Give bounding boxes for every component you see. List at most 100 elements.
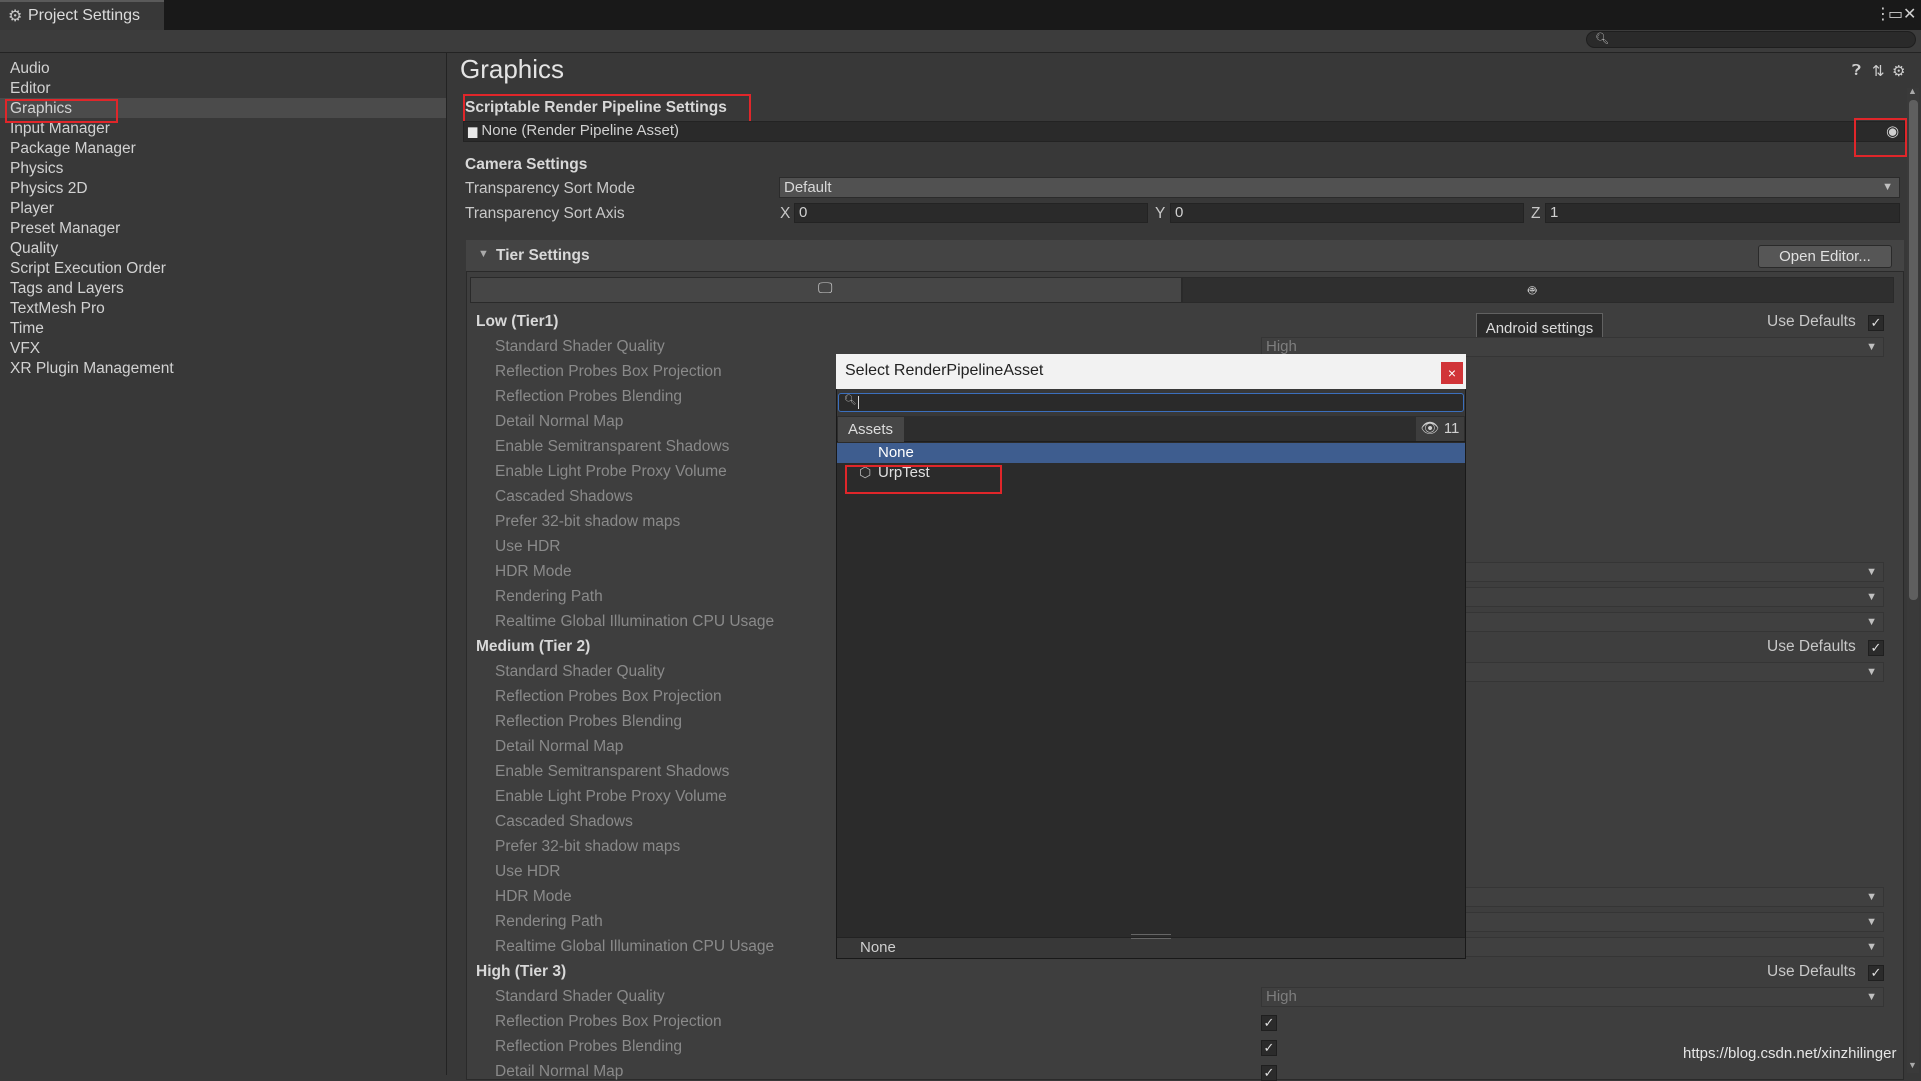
sidebar-item-package-manager[interactable]: Package Manager [10,139,136,159]
settings-gear-icon[interactable]: ⚙ [1892,62,1905,80]
scroll-up-icon[interactable]: ▲ [1908,86,1917,96]
sidebar-item-preset-manager[interactable]: Preset Manager [10,219,120,239]
use-defaults-checkbox[interactable]: ✓ [1868,315,1884,331]
axis-y-label: Y [1155,205,1166,222]
tier-setting-label: HDR Mode [495,563,572,580]
search-icon: 🔍︎ [844,395,857,406]
tier-setting-label: Detail Normal Map [495,738,624,755]
axis-x-input[interactable]: 0 [794,203,1148,223]
srp-asset-value: None (Render Pipeline Asset) [481,122,680,139]
preset-icon[interactable]: ⇅ [1872,62,1885,80]
asset-list [837,442,1465,937]
shader-quality-value: High [1266,338,1297,355]
tier-setting-label: Enable Light Probe Proxy Volume [495,788,727,805]
close-icon[interactable]: ✕ [1903,4,1916,24]
settings-search-input[interactable]: 🔍︎ [1586,31,1916,48]
tier-setting-label: Detail Normal Map [495,413,624,430]
open-editor-button[interactable]: Open Editor... [1758,245,1892,268]
eye-slash-icon: 👁︎ [1420,420,1440,437]
tier-setting-label: Realtime Global Illumination CPU Usage [495,938,775,955]
resize-handle[interactable] [1131,934,1171,939]
sidebar-item-physics-2d[interactable]: Physics 2D [10,179,88,199]
use-defaults-label: Use Defaults [1767,963,1856,980]
gear-icon: ⚙ [8,8,23,25]
window-tab[interactable]: ⚙ Project Settings [0,0,164,30]
chevron-down-icon: ▼ [1866,566,1877,578]
tier-setting-label: Reflection Probes Blending [495,1038,682,1055]
tier-setting-label: Rendering Path [495,913,603,930]
sidebar-item-editor[interactable]: Editor [10,79,51,99]
sidebar [0,53,447,1075]
chevron-down-icon: ▼ [1866,991,1877,1003]
annotation-box-picker [1854,118,1907,157]
watermark: https://blog.csdn.net/xinzhilinger [1683,1045,1897,1062]
srp-asset-field[interactable]: ▆ None (Render Pipeline Asset) [463,121,1905,142]
sidebar-item-script-execution-order[interactable]: Script Execution Order [10,259,166,279]
help-icon[interactable]: ❓︎ [1852,62,1861,79]
camera-settings-heading: Camera Settings [465,156,588,173]
sidebar-item-tags-and-layers[interactable]: Tags and Layers [10,279,124,299]
sidebar-item-textmesh-pro[interactable]: TextMesh Pro [10,299,105,319]
dialog-tab-bar [837,416,1465,442]
hidden-packages-toggle[interactable]: 👁︎ 11 [1416,417,1464,441]
foldout-arrow-icon[interactable]: ▼ [478,248,489,260]
android-icon: 🤖︎ [1528,282,1537,298]
tier-setting-label: Standard Shader Quality [495,663,665,680]
sidebar-item-quality[interactable]: Quality [10,239,58,259]
tier-setting-label: Detail Normal Map [495,1063,624,1080]
sort-mode-value: Default [784,179,832,196]
tier-heading: Medium (Tier 2) [476,638,591,655]
sidebar-item-time[interactable]: Time [10,319,44,339]
sidebar-item-player[interactable]: Player [10,199,54,219]
chevron-down-icon: ▼ [1866,916,1877,928]
transparency-sort-mode-dropdown[interactable]: Default ▼ [779,177,1900,198]
use-defaults-checkbox[interactable]: ✓ [1868,965,1884,981]
use-defaults-label: Use Defaults [1767,313,1856,330]
chevron-down-icon: ▼ [1882,181,1893,193]
tab-standalone[interactable]: 🖵 [470,277,1182,303]
annotation-box-urptest [845,465,1002,494]
axis-z-input[interactable]: 1 [1545,203,1900,223]
tier-setting-checkbox[interactable]: ✓ [1261,1015,1277,1031]
chevron-down-icon: ▼ [1866,341,1877,353]
tier-setting-label: Prefer 32-bit shadow maps [495,513,681,530]
chevron-down-icon: ▼ [1866,616,1877,628]
monitor-icon: 🖵 [818,280,833,297]
sidebar-item-xr-plugin-management[interactable]: XR Plugin Management [10,359,174,379]
tier-setting-label: Standard Shader Quality [495,338,665,355]
use-defaults-label: Use Defaults [1767,638,1856,655]
tier-setting-label: Reflection Probes Box Projection [495,688,722,705]
annotation-box-graphics [5,99,118,123]
hidden-count: 11 [1443,420,1460,437]
chevron-down-icon: ▼ [1866,591,1877,603]
tier-settings-header[interactable]: ▼ Tier Settings [466,240,1904,272]
dialog-title-bar[interactable]: Select RenderPipelineAsset [836,354,1466,389]
dialog-title: Select RenderPipelineAsset [845,362,1044,379]
sidebar-item-vfx[interactable]: VFX [10,339,40,359]
sidebar-item-physics[interactable]: Physics [10,159,63,179]
chevron-down-icon: ▼ [1866,891,1877,903]
axis-y-input[interactable]: 0 [1170,203,1524,223]
tab-assets[interactable]: Assets [838,417,904,442]
tier-setting-checkbox[interactable]: ✓ [1261,1065,1277,1081]
selected-asset-preview: None [860,939,896,956]
list-item-none[interactable]: None [837,443,1465,463]
chevron-down-icon: ▼ [1866,666,1877,678]
dialog-close-button[interactable]: × [1441,362,1463,384]
scrollbar-thumb[interactable] [1909,100,1918,600]
tier-setting-label: Reflection Probes Blending [495,388,682,405]
scroll-down-icon[interactable]: ▼ [1908,1060,1917,1070]
shader-quality-dropdown[interactable]: High ▼ [1261,987,1884,1007]
tier-setting-label: Standard Shader Quality [495,988,665,1005]
transparency-sort-axis-label: Transparency Sort Axis [465,205,625,222]
dialog-search-input[interactable]: 🔍︎ [838,393,1464,412]
sidebar-item-audio[interactable]: Audio [10,59,50,79]
maximize-icon[interactable]: ▭ [1888,4,1903,24]
tier-setting-label: Reflection Probes Box Projection [495,363,722,380]
use-defaults-checkbox[interactable]: ✓ [1868,640,1884,656]
tier-heading: Low (Tier1) [476,313,559,330]
asset-file-icon: ▆ [468,124,478,138]
window-title: Project Settings [28,7,141,24]
tab-android[interactable]: 🤖︎ [1182,277,1894,303]
tier-setting-checkbox[interactable]: ✓ [1261,1040,1277,1056]
